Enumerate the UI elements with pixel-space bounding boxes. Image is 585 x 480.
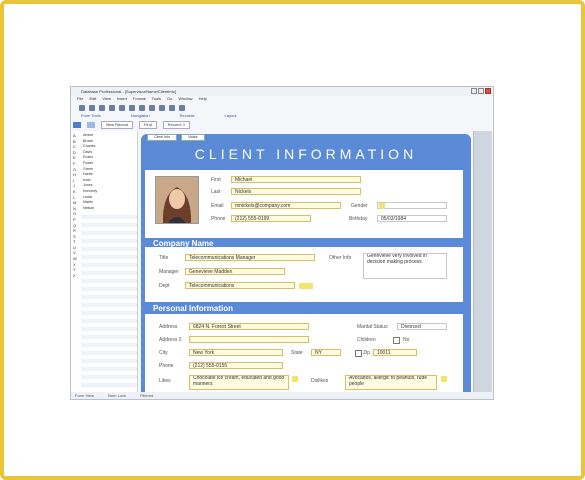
address2-label: Address 2	[159, 337, 182, 343]
email-field[interactable]: mnickels@company.com	[231, 202, 341, 209]
tab-client-info[interactable]: Client Info	[147, 134, 178, 141]
children-value: No	[403, 337, 410, 343]
save-icon[interactable]	[79, 104, 85, 111]
personal-panel: Address 6824 N. Forest Street Address 2 …	[145, 314, 463, 394]
new-record-button[interactable]: New Record	[101, 121, 134, 129]
title-label: Title	[159, 255, 169, 261]
state-field[interactable]: NY	[311, 349, 341, 356]
list-background	[81, 211, 137, 391]
dislikes-dropdown-icon[interactable]	[441, 376, 447, 382]
ribbon: Form Tools Navigation Records Layout	[71, 113, 493, 119]
status-filter: Filtered	[140, 393, 154, 398]
gender-label: Gender	[351, 203, 368, 209]
zip-checkbox[interactable]	[355, 350, 362, 357]
ribbon-form-tools[interactable]: Form Tools	[81, 113, 101, 119]
marital-field[interactable]: Divorced	[397, 323, 447, 330]
city-label: City	[159, 350, 168, 356]
gender-field[interactable]	[377, 202, 447, 209]
alpha-index-letter[interactable]: Z	[73, 273, 79, 279]
first-label: First	[211, 177, 221, 183]
title-bar: Database Professional - [Supervisor/Name…	[71, 87, 493, 96]
form-tabs: Client Info Notes	[141, 134, 471, 141]
copy-icon[interactable]	[109, 104, 115, 111]
name-list-item[interactable]: Kennedy	[83, 189, 97, 195]
title-field[interactable]: Telecommunications Manager	[185, 254, 315, 261]
personal-section-title: Personal Information	[153, 304, 234, 313]
app-window: Database Professional - [Supervisor/Name…	[70, 86, 494, 400]
marital-label: Marital Status	[357, 324, 388, 330]
prev-record-icon[interactable]	[159, 104, 165, 111]
first-field[interactable]: Michael	[231, 176, 361, 183]
state-label: State	[291, 350, 303, 356]
portrait-image	[156, 177, 198, 223]
phone-label: Phone	[211, 216, 226, 222]
other-info-field[interactable]: Genevieve very involved in decision maki…	[363, 253, 447, 279]
children-label: Children	[357, 337, 376, 343]
print-icon[interactable]	[89, 104, 95, 111]
alpha-index: ABCDEFGHIJKLMNOPQRSTUVWXYZ	[73, 133, 79, 278]
list-icon[interactable]	[87, 122, 95, 128]
city-field[interactable]: New York	[189, 349, 283, 356]
dislikes-label: Dislikes	[311, 378, 329, 384]
ribbon-records[interactable]: Records	[180, 113, 195, 119]
likes-dropdown-icon[interactable]	[292, 376, 298, 382]
record-indicator: Record: 1	[162, 121, 191, 129]
likes-label: Likes	[159, 378, 171, 384]
dept-field[interactable]: Telecommunications	[185, 282, 295, 289]
dislikes-field[interactable]: Avocados, allergic to peanuts, rude peop…	[345, 375, 437, 390]
company-panel: Title Telecommunications Manager Manager…	[145, 247, 463, 302]
vertical-scrollbar[interactable]	[473, 131, 492, 393]
contact-panel: First Michael Last Nickels Email mnickel…	[145, 170, 463, 238]
children-checkbox[interactable]	[393, 337, 400, 344]
cut-icon[interactable]	[99, 104, 105, 111]
address-label: Address	[159, 324, 178, 330]
gender-dropdown-icon[interactable]	[379, 202, 385, 209]
manager-label: Manager	[159, 269, 179, 275]
redo-icon[interactable]	[139, 104, 145, 111]
personal-phone-label: Phone	[159, 363, 174, 369]
likes-field[interactable]: Chocolate ice cream, educated and good m…	[189, 375, 289, 390]
other-info-label: Other Info	[329, 255, 352, 261]
name-list-item[interactable]: Charles	[83, 144, 97, 150]
maximize-button[interactable]	[478, 88, 484, 94]
window-controls	[471, 88, 491, 94]
status-bar: Form View Num Lock Filtered	[71, 392, 493, 399]
window-title: Database Professional - [Supervisor/Name…	[81, 89, 176, 94]
tab-notes[interactable]: Notes	[181, 134, 205, 141]
last-field[interactable]: Nickels	[231, 188, 361, 195]
minimize-button[interactable]	[471, 88, 477, 94]
record-navigator: ABCDEFGHIJKLMNOPQRSTUVWXYZ Amber Brown Cha…	[71, 131, 138, 393]
next-record-icon[interactable]	[169, 104, 175, 111]
zip-label: Zip	[363, 350, 370, 356]
form-heading: CLIENT INFORMATION	[194, 146, 418, 162]
client-photo	[155, 176, 199, 224]
dept-label: Dept	[159, 283, 170, 289]
ribbon-navigation[interactable]: Navigation	[131, 113, 150, 119]
ribbon-layout[interactable]: Layout	[225, 113, 237, 119]
birthday-field[interactable]: 05/03/1984	[377, 215, 447, 222]
grid-icon[interactable]	[73, 122, 81, 128]
address2-field[interactable]	[189, 336, 309, 343]
paste-icon[interactable]	[119, 104, 125, 111]
birthday-label: Birthday	[349, 216, 368, 222]
client-form: Client Info Notes CLIENT INFORMATION Fir…	[141, 134, 471, 394]
email-label: Email	[211, 203, 224, 209]
sub-toolbar: New Record Find Record: 1	[71, 121, 493, 129]
undo-icon[interactable]	[129, 104, 135, 111]
personal-phone-field[interactable]: (212) 555-0155	[189, 362, 283, 369]
manager-field[interactable]: Genevieve Madden	[185, 268, 285, 275]
last-record-icon[interactable]	[179, 104, 185, 111]
find-button[interactable]: Find	[139, 121, 157, 129]
close-button[interactable]	[485, 88, 491, 94]
status-view: Form View	[75, 393, 95, 398]
status-numlock: Num Lock	[108, 393, 127, 398]
dept-dropdown-icon[interactable]	[299, 282, 313, 289]
toolbar	[71, 102, 493, 113]
last-label: Last	[211, 189, 221, 195]
phone-field[interactable]: (212) 555-0199	[231, 215, 311, 222]
zip-field[interactable]: 10011	[373, 349, 417, 356]
address-field[interactable]: 6824 N. Forest Street	[189, 323, 309, 330]
first-record-icon[interactable]	[149, 104, 155, 111]
